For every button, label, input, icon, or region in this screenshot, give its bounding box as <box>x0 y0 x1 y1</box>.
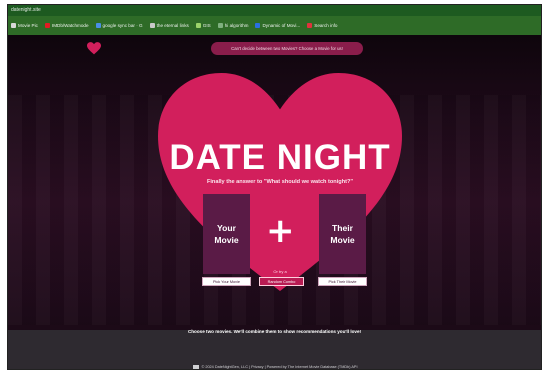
bookmark-favicon-icon <box>44 23 50 28</box>
bookmark-label: hi algorithm <box>224 23 249 28</box>
bookmark-favicon-icon <box>11 23 16 28</box>
your-movie-slot[interactable]: Your Movie <box>203 194 250 274</box>
promo-banner[interactable]: Can't decide between two Movies? Choose … <box>211 42 363 55</box>
hero-title: DATE NIGHT <box>169 138 391 177</box>
their-movie-label: Their Movie <box>330 223 355 245</box>
footer-band <box>8 330 541 369</box>
bookmark-label: Movie Pic <box>18 23 38 28</box>
bookmark-label: GIS <box>202 23 211 28</box>
your-movie-label: Your Movie <box>214 223 239 245</box>
bookmark-item[interactable]: Search info <box>307 23 338 28</box>
pick-your-movie-button[interactable]: Pick Your Movie <box>202 277 251 286</box>
browser-window: datenight.site Movie Pic IMDb/Watchmode … <box>7 4 542 370</box>
bookmark-label: Dynamic of Movi... <box>262 23 301 28</box>
bookmark-item[interactable]: Movie Pic <box>11 23 38 28</box>
pick-their-movie-button[interactable]: Pick Their Movie <box>318 277 367 286</box>
bookmark-item[interactable]: the eternal links <box>149 23 189 28</box>
bookmark-favicon-icon <box>95 23 101 28</box>
bookmark-favicon-icon <box>255 23 261 28</box>
bookmarks-bar: Movie Pic IMDb/Watchmode google sync bar… <box>8 16 541 35</box>
plus-icon: + <box>266 211 295 251</box>
footer-description: Choose two movies. We'll combine them to… <box>187 329 362 334</box>
logo-heart-icon[interactable] <box>87 42 101 55</box>
bookmark-item[interactable]: hi algorithm <box>217 23 249 28</box>
bookmark-favicon-icon <box>149 23 155 28</box>
bookmark-item[interactable]: GIS <box>195 23 211 28</box>
bookmark-label: google sync bar · G <box>102 23 143 28</box>
bookmark-label: the eternal links <box>156 23 189 28</box>
bookmark-item[interactable]: google sync bar · G <box>95 23 143 28</box>
bookmark-item[interactable]: IMDb/Watchmode <box>44 23 89 28</box>
bookmark-item[interactable]: Dynamic of Movi... <box>255 23 300 28</box>
bookmark-label: Search info <box>314 23 338 28</box>
copyright-line: © 2024 DateNightGen, LLC | Privacy | Pow… <box>8 365 541 369</box>
their-movie-slot[interactable]: Their Movie <box>319 194 366 274</box>
bookmark-favicon-icon <box>195 23 201 28</box>
bookmark-favicon-icon <box>307 23 313 28</box>
or-label: Or try a <box>273 269 287 274</box>
copyright-text: © 2024 DateNightGen, LLC | Privacy | Pow… <box>201 365 358 369</box>
site-page: Can't decide between two Movies? Choose … <box>8 35 541 369</box>
brand-badge-icon <box>193 365 200 369</box>
random-combo-button[interactable]: Random Combo <box>259 277 304 286</box>
bookmark-favicon-icon <box>217 23 223 28</box>
browser-tab-title[interactable]: datenight.site <box>8 5 541 16</box>
hero-subtitle: Finally the answer to "What should we wa… <box>206 179 354 185</box>
bookmark-label: IMDb/Watchmode <box>51 23 89 28</box>
